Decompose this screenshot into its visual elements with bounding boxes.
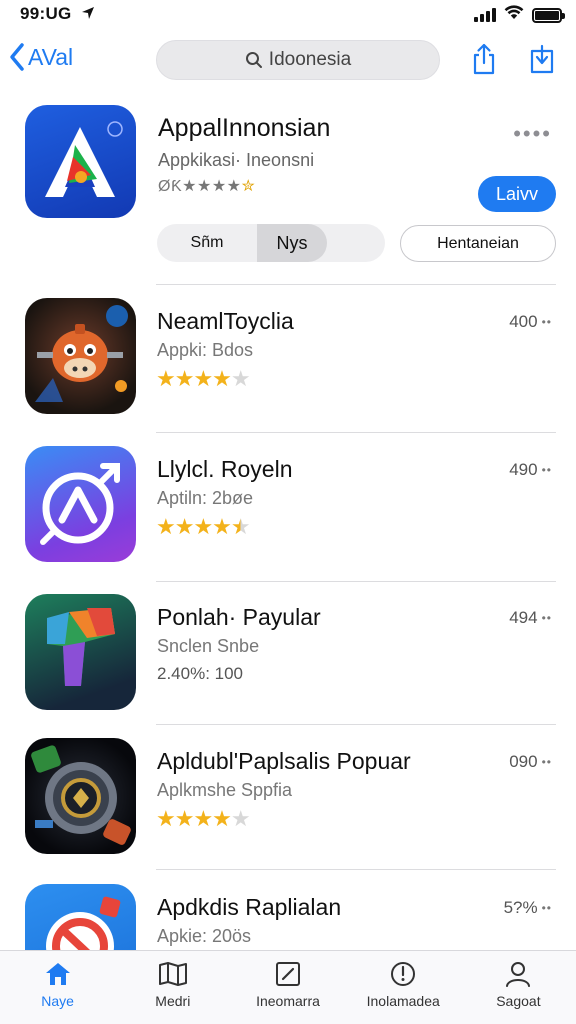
signal-icon [474,8,496,22]
price-label: 5?% [503,898,538,917]
tab-label: Ineomarra [256,993,320,1009]
search-field[interactable]: Idoonesia [156,40,440,80]
app-price[interactable]: 5?% •• [504,898,552,918]
divider [156,581,556,582]
nav-bar: AVal Idoonesia [0,38,576,84]
status-bar: 99:UG [0,0,576,28]
status-time: 99:UG [20,4,72,23]
segment-left[interactable]: Sñm [157,224,257,262]
tab-map[interactable]: Medri [115,951,230,1024]
location-arrow-icon [80,5,96,26]
edit-icon [276,962,300,986]
segmented-control: Sñm Nys [157,224,385,262]
app-price[interactable]: 400 •• [509,312,552,332]
tab-label: Medri [155,993,191,1009]
app-meta: 2.40%: 100 [157,664,244,683]
tab-label: Naye [41,993,74,1009]
app-title: NeamlToyclia [157,308,294,334]
divider [156,432,556,433]
robot-app-icon [25,298,136,414]
app-subtitle: Aptiln: 2bøe [157,488,254,508]
list-item[interactable]: NeamlToyclia Appki: Bdos ★★★★★ 400 •• [0,298,576,428]
price-label: 490 [509,460,538,479]
app-subtitle: Appki: Bdos [157,340,254,360]
battery-icon [532,7,565,23]
app-title: Ponlah· Payular [157,604,321,630]
app-price[interactable]: 494 •• [509,608,552,628]
rating-gold-star: ✮ [241,178,256,195]
more-icon: •• [541,463,552,477]
bookmark-button[interactable] [525,42,559,76]
share-icon [473,43,495,75]
price-label: 400 [509,312,538,331]
divider [156,869,556,870]
alert-circle-icon [391,962,416,986]
bookmark-share-icon [530,44,554,74]
app-title: Apdkdis Raplialan [157,894,342,920]
map-icon [158,962,187,986]
more-icon: •• [541,755,552,769]
star-rating: ★★★★★ [156,806,251,831]
more-icon: •• [541,315,552,329]
tab-bar: Naye Medri Ineomarra Inolamadea Sagoat [0,950,576,1024]
tab-home[interactable]: Naye [0,951,115,1024]
chevron-left-icon [10,43,24,71]
search-text: Idoonesia [268,49,352,70]
person-icon [506,962,531,987]
back-label: AVal [28,43,74,70]
app-price[interactable]: 090 •• [509,752,552,772]
more-options-icon[interactable]: •••• [513,121,552,147]
outline-button[interactable]: Hentaneian [400,225,556,262]
tab-label: Inolamadea [366,993,440,1009]
segment-right[interactable]: Nys [257,224,327,262]
tab-edit[interactable]: Ineomarra [230,951,345,1024]
star-rating: ★★★★★ [156,514,251,539]
featured-app-title: AppalInnonsian [158,114,331,142]
divider [156,724,556,725]
flag-app-icon [25,594,136,710]
tab-profile[interactable]: Sagoat [461,951,576,1024]
star-rating: ★★★★★ [156,366,251,391]
tab-alerts[interactable]: Inolamadea [346,951,461,1024]
list-item[interactable]: Ponlah· Payular Snclen Snbe 2.40%: 100 4… [0,594,576,724]
rating-gray-stars: ★★★★ [182,178,242,195]
divider [156,284,556,285]
featured-app-subtitle: Appkikasi· Ineonsni [158,150,315,170]
list-item[interactable]: Apldubl'Paplsalis Popuar Aplkmshe Sppfia… [0,738,576,868]
app-subtitle: Apkie: 20ös [157,926,252,946]
tab-label: Sagoat [496,993,541,1009]
list-item[interactable]: Apdkdis Raplialan Apkie: 20ös 5?% •• [0,884,576,950]
wifi-icon [504,5,524,25]
featured-app-rating: ØƘ★★★★✮ [158,176,255,196]
search-icon [245,52,262,68]
get-button[interactable]: Laivv [478,176,556,212]
app-price[interactable]: 490 •• [509,460,552,480]
share-button[interactable] [467,42,501,76]
home-icon [45,963,70,985]
price-label: 090 [509,752,538,771]
app-subtitle: Snclen Snbe [157,636,260,656]
featured-app-icon[interactable] [25,105,136,218]
more-icon: •• [541,611,552,625]
compass-app-icon [25,446,136,562]
price-label: 494 [509,608,538,627]
app-subtitle: Aplkmshe Sppfia [157,780,293,800]
list-item[interactable]: Llylcl. Royeln Aptiln: 2bøe ★★★★★ 490 •• [0,446,576,576]
app-title: Apldubl'Paplsalis Popuar [157,748,411,774]
app-title: Llylcl. Royeln [157,456,293,482]
app-logo-a-icon [45,121,123,197]
target-app-icon [25,884,136,950]
gear-app-icon [25,738,136,854]
rating-prefix: ØƘ [158,178,183,195]
back-button[interactable]: AVal [8,42,73,72]
more-icon: •• [541,901,552,915]
